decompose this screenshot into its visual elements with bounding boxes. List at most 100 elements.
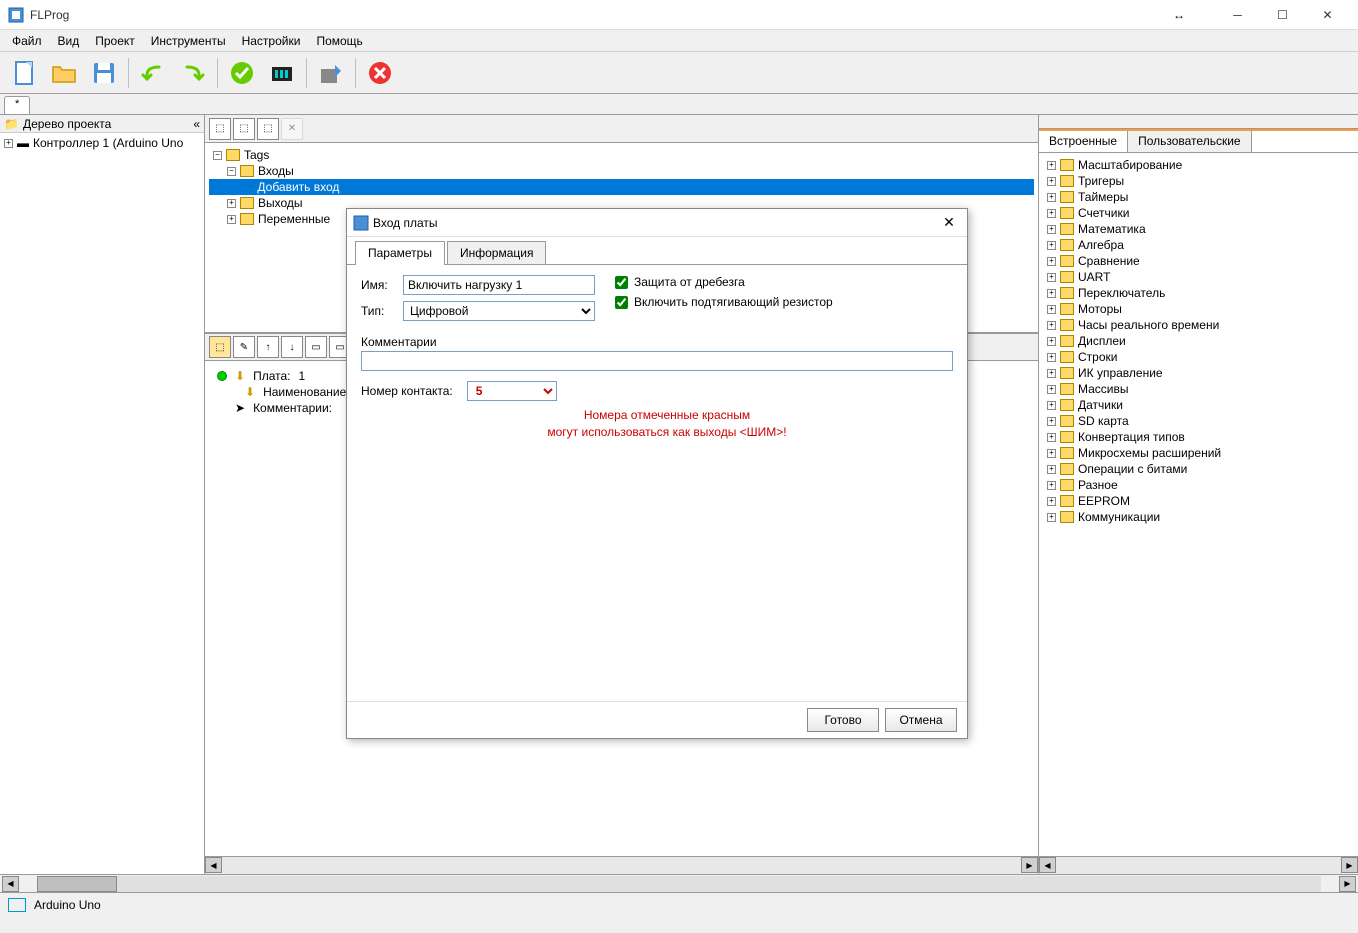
pullup-checkbox[interactable] [615, 296, 628, 309]
library-item[interactable]: +Алгебра [1043, 237, 1354, 253]
expand-icon[interactable]: + [1047, 257, 1056, 266]
expand-icon[interactable]: − [213, 151, 222, 160]
check-button[interactable] [224, 55, 260, 91]
expand-icon[interactable]: + [4, 139, 13, 148]
expand-icon[interactable]: + [1047, 513, 1056, 522]
library-item[interactable]: +Сравнение [1043, 253, 1354, 269]
library-item[interactable]: +Дисплеи [1043, 333, 1354, 349]
maximize-button[interactable]: ☐ [1260, 1, 1305, 29]
ok-button[interactable]: Готово [807, 708, 879, 732]
save-button[interactable] [86, 55, 122, 91]
expand-icon[interactable]: + [1047, 337, 1056, 346]
stop-button[interactable] [362, 55, 398, 91]
compile-button[interactable] [264, 55, 300, 91]
expand-icon[interactable]: + [1047, 305, 1056, 314]
library-item[interactable]: +Масштабирование [1043, 157, 1354, 173]
menu-file[interactable]: Файл [4, 30, 50, 51]
expand-icon[interactable]: + [1047, 401, 1056, 410]
library-item[interactable]: +Коммуникации [1043, 509, 1354, 525]
scroll-right-icon[interactable]: ▶ [1341, 857, 1358, 873]
cancel-button[interactable]: Отмена [885, 708, 957, 732]
library-item[interactable]: +Тригеры [1043, 173, 1354, 189]
expand-icon[interactable]: + [1047, 289, 1056, 298]
library-hscroll[interactable]: ◀ ▶ [1039, 856, 1358, 874]
scroll-left-icon[interactable]: ◀ [2, 876, 19, 892]
open-file-button[interactable] [46, 55, 82, 91]
controller-node[interactable]: + ▬ Контроллер 1 (Arduino Uno [2, 135, 202, 151]
expand-icon[interactable]: + [1047, 497, 1056, 506]
expand-icon[interactable]: + [1047, 417, 1056, 426]
library-item[interactable]: +Операции с битами [1043, 461, 1354, 477]
tab-parameters[interactable]: Параметры [355, 241, 445, 265]
library-item[interactable]: +Переключатель [1043, 285, 1354, 301]
tool-button-2[interactable]: ▭ [305, 336, 327, 358]
expand-icon[interactable]: + [227, 215, 236, 224]
add-folder-button[interactable]: ⬚ [233, 118, 255, 140]
library-item[interactable]: +Датчики [1043, 397, 1354, 413]
collapse-panel-icon[interactable]: « [193, 117, 200, 131]
select-mode-button[interactable]: ⬚ [209, 336, 231, 358]
expand-icon[interactable]: + [1047, 385, 1056, 394]
menu-tools[interactable]: Инструменты [143, 30, 234, 51]
dialog-close-button[interactable]: ✕ [937, 211, 961, 235]
canvas-scrollbar[interactable]: ◀ ▶ [205, 856, 1038, 874]
menu-help[interactable]: Помощь [308, 30, 370, 51]
inputs-node[interactable]: − Входы [209, 163, 1034, 179]
document-tab[interactable]: * [4, 96, 30, 114]
new-file-button[interactable] [6, 55, 42, 91]
type-select[interactable]: Цифровой [403, 301, 595, 321]
expand-icon[interactable]: − [227, 167, 236, 176]
menu-settings[interactable]: Настройки [234, 30, 309, 51]
close-button[interactable]: ✕ [1305, 1, 1350, 29]
library-item[interactable]: +EEPROM [1043, 493, 1354, 509]
scroll-left-icon[interactable]: ◀ [205, 857, 222, 873]
dialog-titlebar[interactable]: Вход платы ✕ [347, 209, 967, 237]
library-item[interactable]: +ИК управление [1043, 365, 1354, 381]
delete-tag-button[interactable]: ✕ [281, 118, 303, 140]
tab-user[interactable]: Пользовательские [1128, 131, 1252, 152]
library-item[interactable]: +SD карта [1043, 413, 1354, 429]
expand-icon[interactable]: + [1047, 321, 1056, 330]
library-item[interactable]: +Часы реального времени [1043, 317, 1354, 333]
undo-button[interactable] [135, 55, 171, 91]
contact-select[interactable]: 5 [467, 381, 557, 401]
expand-icon[interactable]: + [1047, 193, 1056, 202]
expand-icon[interactable]: + [1047, 273, 1056, 282]
scroll-thumb[interactable] [37, 876, 117, 892]
library-item[interactable]: +Таймеры [1043, 189, 1354, 205]
library-item[interactable]: +Разное [1043, 477, 1354, 493]
tab-information[interactable]: Информация [447, 241, 546, 264]
tab-builtin[interactable]: Встроенные [1039, 131, 1128, 152]
library-item[interactable]: +Микросхемы расширений [1043, 445, 1354, 461]
expand-icon[interactable]: + [1047, 353, 1056, 362]
library-item[interactable]: +Конвертация типов [1043, 429, 1354, 445]
add-tag-button[interactable]: ⬚ [209, 118, 231, 140]
expand-icon[interactable]: + [1047, 177, 1056, 186]
minimize-button[interactable]: ─ [1215, 1, 1260, 29]
expand-icon[interactable]: + [1047, 161, 1056, 170]
menu-project[interactable]: Проект [87, 30, 143, 51]
comments-input[interactable] [361, 351, 953, 371]
expand-icon[interactable]: + [1047, 241, 1056, 250]
library-item[interactable]: +Математика [1043, 221, 1354, 237]
menu-view[interactable]: Вид [50, 30, 88, 51]
debounce-checkbox[interactable] [615, 276, 628, 289]
add-input-node[interactable]: ⊸ Добавить вход [209, 179, 1034, 195]
library-item[interactable]: +UART [1043, 269, 1354, 285]
expand-icon[interactable]: + [1047, 369, 1056, 378]
library-tree[interactable]: +Масштабирование+Тригеры+Таймеры+Счетчик… [1039, 153, 1358, 856]
edit-tag-button[interactable]: ⬚ [257, 118, 279, 140]
library-item[interactable]: +Счетчики [1043, 205, 1354, 221]
library-item[interactable]: +Массивы [1043, 381, 1354, 397]
library-item[interactable]: +Моторы [1043, 301, 1354, 317]
expand-icon[interactable]: + [1047, 481, 1056, 490]
move-down-button[interactable]: ↓ [281, 336, 303, 358]
library-item[interactable]: +Строки [1043, 349, 1354, 365]
expand-icon[interactable]: + [227, 199, 236, 208]
scroll-right-icon[interactable]: ▶ [1021, 857, 1038, 873]
expand-icon[interactable]: + [1047, 225, 1056, 234]
scroll-left-icon[interactable]: ◀ [1039, 857, 1056, 873]
expand-icon[interactable]: + [1047, 209, 1056, 218]
tool-button-1[interactable]: ✎ [233, 336, 255, 358]
expand-icon[interactable]: + [1047, 465, 1056, 474]
